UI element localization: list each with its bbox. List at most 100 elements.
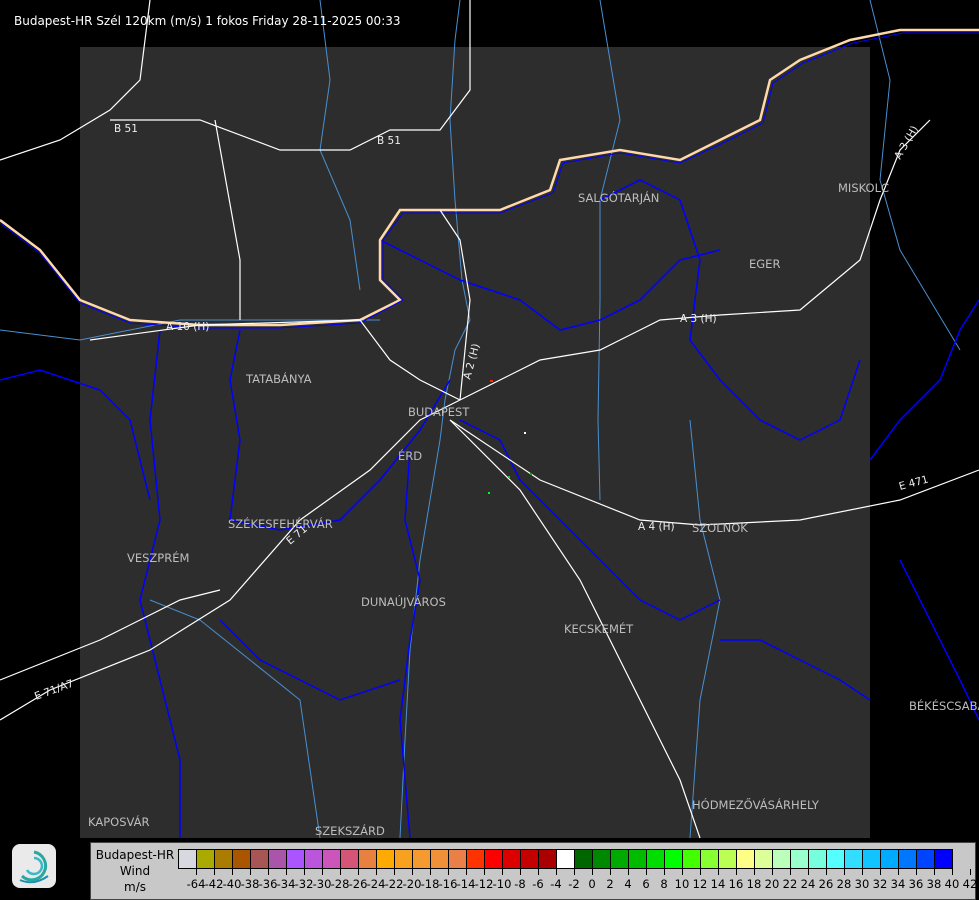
legend-tick [250,869,251,875]
echo [524,432,526,434]
echo [488,492,490,494]
legend-tick [610,869,611,875]
legend-tick-label: -32 [294,877,314,891]
legend-tick [214,869,215,875]
road-label: A 3 (H) [680,313,717,325]
legend-tick [736,869,737,875]
legend-tick-label: 32 [872,877,888,891]
legend-tick-label: -36 [258,877,278,891]
radar-map: SALGÓTARJÁN MISKOLC EGER TATABÁNYA BUDAP… [0,0,979,900]
legend-tick [772,869,773,875]
legend-color-box [557,850,575,868]
legend-tick [664,869,665,875]
legend-color-box [899,850,917,868]
legend-color-box [395,850,413,868]
legend-tick-label: -8 [514,877,526,891]
legend-color-box [449,850,467,868]
legend-color-box [539,850,557,868]
legend-color-box [593,850,611,868]
legend-color-box [305,850,323,868]
legend-tick-label: -12 [474,877,494,891]
echo [530,473,532,475]
legend-tick-label: 20 [764,877,780,891]
legend-tick-label: 28 [836,877,852,891]
legend-color-box [935,850,952,868]
legend-color-box [827,850,845,868]
legend-ticks: -64 -42 -40 -38 -36 -34 -32 -30 -28 -26 -24 -22 -20-… [178,869,978,899]
legend-tick-label: 26 [818,877,834,891]
legend-tick-label: -10 [492,877,512,891]
legend-title: Budapest-HR Wind m/s [91,847,179,895]
legend-title-line: m/s [124,880,146,894]
legend-color-box [359,850,377,868]
legend-tick-label: -34 [276,877,296,891]
legend-color-box [611,850,629,868]
legend-tick-label: 4 [624,877,632,891]
legend-color-box [647,850,665,868]
legend-color-box [881,850,899,868]
legend-tick-label: -22 [384,877,404,891]
legend-tick [412,869,413,875]
legend-color-box [467,850,485,868]
legend-tick [898,869,899,875]
legend-tick-label: -14 [456,877,476,891]
legend-color-box [485,850,503,868]
legend-tick [430,869,431,875]
legend-tick-label: -24 [366,877,386,891]
legend-tick [592,869,593,875]
road-label: B 51 [114,123,138,135]
legend-tick [358,869,359,875]
city-label: VESZPRÉM [127,550,189,565]
legend-title-line: Budapest-HR [95,848,175,862]
legend-tick [700,869,701,875]
legend-tick-label: 10 [674,877,690,891]
city-label: SZOLNOK [692,521,748,535]
legend-tick [682,869,683,875]
city-label: KECSKEMÉT [564,621,634,636]
echo [490,380,493,382]
legend-tick [790,869,791,875]
legend-tick [520,869,521,875]
legend-tick [628,869,629,875]
legend-color-box [431,850,449,868]
city-label: EGER [749,257,780,271]
legend-color-box [503,850,521,868]
legend-tick [862,869,863,875]
legend-color-box [917,850,935,868]
legend-tick [268,869,269,875]
legend-tick-label: 18 [746,877,762,891]
city-label: MISKOLC [838,181,889,195]
legend-color-box [323,850,341,868]
legend-color-box [575,850,593,868]
legend-tick-label: -6 [532,877,544,891]
legend-color-scale [178,849,953,869]
legend-tick-label: 24 [800,877,816,891]
legend-color-box [251,850,269,868]
legend-tick [574,869,575,875]
city-label: HÓDMEZŐVÁSÁRHELY [692,797,820,812]
city-label: BUDAPEST [408,405,470,419]
legend-tick-label: 16 [728,877,744,891]
legend-tick-label: 34 [890,877,906,891]
legend-tick [466,869,467,875]
legend-color-box [665,850,683,868]
legend-tick [304,869,305,875]
legend-tick [808,869,809,875]
map-title: Budapest-HR Szél 120km (m/s) 1 fokos Fri… [14,14,401,28]
color-legend: Budapest-HR Wind m/s -64 -42 -40 -38 -36 -34-… [90,842,978,900]
road-label: A 10 (H) [166,321,209,333]
city-label: SZEKSZÁRD [315,823,385,838]
legend-tick [952,869,953,875]
legend-color-box [215,850,233,868]
legend-tick-label: 6 [642,877,650,891]
legend-tick [394,869,395,875]
legend-color-box [629,850,647,868]
legend-tick-label: 22 [782,877,798,891]
legend-tick [844,869,845,875]
legend-tick-label: 38 [926,877,942,891]
legend-tick-label: -42 [204,877,224,891]
legend-tick-label: 2 [606,877,614,891]
legend-tick [376,869,377,875]
legend-tick [718,869,719,875]
legend-color-box [863,850,881,868]
